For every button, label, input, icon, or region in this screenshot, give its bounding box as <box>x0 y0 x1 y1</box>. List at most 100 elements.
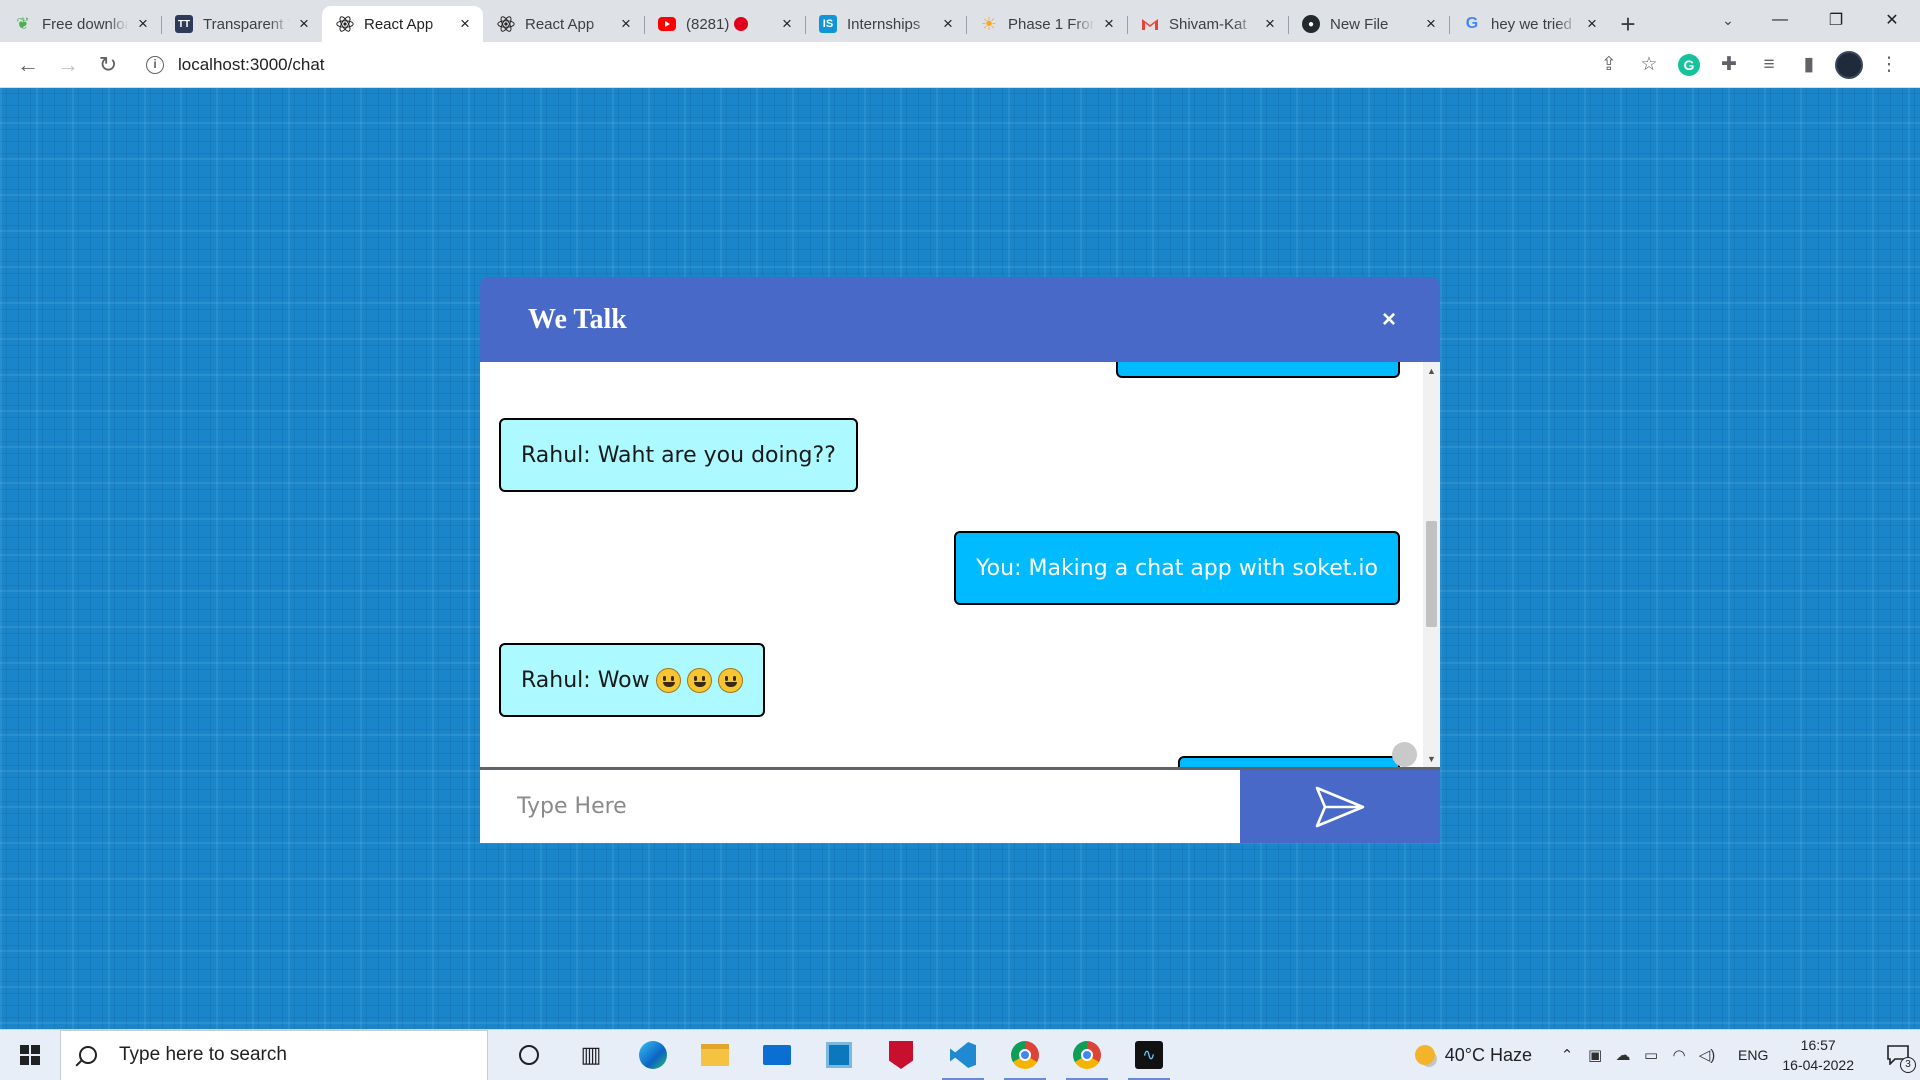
mail-icon[interactable] <box>746 1030 808 1080</box>
tab-search-chevron-icon[interactable]: ⌄ <box>1714 6 1742 34</box>
scroll-down-arrow-icon[interactable]: ▼ <box>1423 750 1440 767</box>
windows-start-icon[interactable] <box>0 1030 60 1080</box>
chat-message-outgoing: You: Making a chat app with soket.io <box>954 531 1400 605</box>
onedrive-cloud-icon[interactable]: ☁ <box>1610 1046 1636 1064</box>
page-background: We Talk × Rahul: Waht are you doing?? Yo… <box>0 88 1920 1029</box>
chat-message-text: You: Making a chat app with soket.io <box>976 555 1378 581</box>
taskbar-clock[interactable]: 16:57 16-04-2022 <box>1782 1035 1854 1075</box>
tab-title: Free downloads <box>42 15 129 33</box>
close-tab-icon[interactable]: × <box>1101 15 1117 32</box>
chat-close-button[interactable]: × <box>1374 305 1404 335</box>
volume-icon[interactable]: ◁) <box>1694 1046 1720 1064</box>
tab-title: New File <box>1330 15 1389 33</box>
close-tab-icon[interactable]: × <box>618 15 634 32</box>
send-paper-plane-icon <box>1315 786 1365 827</box>
cortana-icon[interactable] <box>498 1030 560 1080</box>
tab-title: Transparent Textures <box>203 15 290 33</box>
close-tab-icon[interactable]: × <box>457 15 473 32</box>
grammarly-icon[interactable]: G <box>1672 48 1706 82</box>
chat-message-list[interactable]: Rahul: Waht are you doing?? You: Making … <box>480 362 1440 770</box>
notification-center-icon[interactable]: 3 <box>1876 1030 1920 1080</box>
edge-icon[interactable] <box>622 1030 684 1080</box>
recording-dot-icon <box>733 16 748 31</box>
extensions-puzzle-icon[interactable]: ✚ <box>1712 48 1746 82</box>
grinning-emoji-icon <box>717 667 743 693</box>
windows-taskbar: Type here to search ▥ ∿ 40°C Haze ⌃ ▣ ☁ … <box>0 1029 1920 1080</box>
side-panel-icon[interactable]: ▮ <box>1792 48 1826 82</box>
file-explorer-icon[interactable] <box>684 1030 746 1080</box>
browser-tab-6[interactable]: ☀ Phase 1 Front × <box>966 6 1127 42</box>
close-tab-icon[interactable]: × <box>1584 15 1600 32</box>
new-tab-button[interactable]: + <box>1610 6 1646 42</box>
chrome-icon[interactable] <box>994 1030 1056 1080</box>
browser-tab-3[interactable]: React App × <box>483 6 644 42</box>
browser-tab-2[interactable]: React App × <box>322 6 483 42</box>
waves-audio-icon[interactable]: ∿ <box>1118 1030 1180 1080</box>
chat-scrollbar[interactable]: ▲ ▼ <box>1423 362 1440 767</box>
tray-device-icon[interactable]: ▣ <box>1582 1046 1608 1064</box>
scrollbar-thumb[interactable] <box>1426 521 1437 627</box>
close-tab-icon[interactable]: × <box>779 15 795 32</box>
restore-icon[interactable]: ❐ <box>1808 0 1864 40</box>
forward-arrow-icon[interactable]: → <box>48 47 88 83</box>
window-close-icon[interactable]: ✕ <box>1864 0 1920 40</box>
chat-message-outgoing-partial <box>1178 756 1400 767</box>
weather-text: 40°C Haze <box>1444 1044 1533 1065</box>
site-info-icon[interactable]: i <box>146 55 164 74</box>
tab-title: (8281) <box>686 16 773 33</box>
minimize-icon[interactable]: — <box>1752 0 1808 40</box>
browser-tab-9[interactable]: G hey we tried × <box>1449 6 1610 42</box>
clock-date: 16-04-2022 <box>1782 1057 1854 1073</box>
window-controls: — ❐ ✕ <box>1752 0 1920 40</box>
chat-input-row <box>480 770 1440 843</box>
battery-icon[interactable]: ▭ <box>1638 1046 1664 1064</box>
taskbar-search-placeholder: Type here to search <box>119 1044 287 1065</box>
internshala-icon: IS <box>819 15 837 33</box>
browser-tab-7[interactable]: Shivam-Kat × <box>1127 6 1288 42</box>
close-tab-icon[interactable]: × <box>1423 15 1439 32</box>
bookmark-star-icon[interactable]: ☆ <box>1632 48 1666 82</box>
tray-expand-chevron-icon[interactable]: ⌃ <box>1554 1046 1580 1064</box>
task-view-icon[interactable]: ▥ <box>560 1030 622 1080</box>
tab-title: React App <box>525 15 595 33</box>
browser-tab-1[interactable]: TT Transparent Textures × <box>161 6 322 42</box>
gmail-icon <box>1141 15 1159 33</box>
browser-tab-8[interactable]: ● New File × <box>1288 6 1449 42</box>
dell-app-icon[interactable] <box>808 1030 870 1080</box>
browser-tab-5[interactable]: IS Internships × <box>805 6 966 42</box>
back-arrow-icon[interactable]: ← <box>8 47 48 83</box>
tt-icon: TT <box>175 15 193 33</box>
vscode-icon[interactable] <box>932 1030 994 1080</box>
chat-message-outgoing-partial <box>1116 362 1400 378</box>
react-icon <box>497 15 515 33</box>
url-text: localhost:3000/chat <box>178 54 325 74</box>
close-tab-icon[interactable]: × <box>1262 15 1278 32</box>
reload-icon[interactable]: ↻ <box>88 47 128 83</box>
mcafee-icon[interactable] <box>870 1030 932 1080</box>
tab-title: Internships <box>847 15 921 33</box>
kebab-menu-icon[interactable]: ⋮ <box>1872 48 1906 82</box>
address-bar[interactable]: i localhost:3000/chat <box>132 47 1332 83</box>
message-input[interactable] <box>480 770 1240 843</box>
browser-tab-0[interactable]: ❦ Free downloads × <box>0 6 161 42</box>
share-icon[interactable]: ⇪ <box>1592 48 1626 82</box>
chat-title: We Talk <box>528 303 627 335</box>
wifi-icon[interactable]: ◠ <box>1666 1046 1692 1064</box>
media-queue-icon[interactable]: ≡ <box>1752 48 1786 82</box>
avatar[interactable] <box>1832 48 1866 82</box>
close-tab-icon[interactable]: × <box>940 15 956 32</box>
browser-toolbar: ← → ↻ i localhost:3000/chat ⇪ ☆ G ✚ ≡ ▮ … <box>0 42 1920 88</box>
browser-tab-4[interactable]: (8281) × <box>644 6 805 42</box>
send-button[interactable] <box>1240 770 1440 843</box>
scroll-up-arrow-icon[interactable]: ▲ <box>1423 362 1440 379</box>
chrome-icon[interactable] <box>1056 1030 1118 1080</box>
scroll-indicator-icon[interactable] <box>1392 742 1417 767</box>
close-tab-icon[interactable]: × <box>296 15 312 32</box>
tab-title: Phase 1 Front <box>1008 15 1095 33</box>
close-tab-icon[interactable]: × <box>135 15 151 32</box>
taskbar-search-box[interactable]: Type here to search <box>60 1029 488 1080</box>
weather-widget[interactable]: 40°C Haze <box>1414 1044 1533 1066</box>
chat-message-text: Rahul: Waht are you doing?? <box>521 442 836 468</box>
chat-window: We Talk × Rahul: Waht are you doing?? Yo… <box>480 277 1440 843</box>
input-language[interactable]: ENG <box>1738 1047 1768 1063</box>
